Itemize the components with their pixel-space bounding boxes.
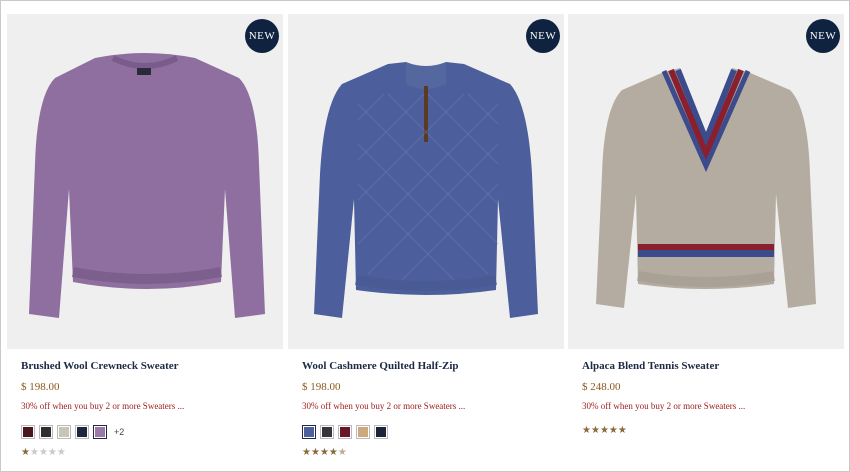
rating-stars: ★★★★★ <box>302 447 347 458</box>
star-icon: ★ <box>328 447 338 458</box>
rating-stars: ★★★★★ <box>21 447 66 458</box>
purple-crewneck-sweater-icon <box>29 53 265 318</box>
star-icon: ★ <box>617 425 627 436</box>
star-icon: ★ <box>319 447 329 458</box>
product-image[interactable]: NEW <box>568 14 844 349</box>
product-price: $ 198.00 <box>302 381 341 393</box>
color-swatch[interactable] <box>320 425 334 439</box>
color-swatch[interactable] <box>39 425 53 439</box>
promo-text[interactable]: 30% off when you buy 2 or more Sweaters … <box>21 401 184 411</box>
color-swatch[interactable] <box>338 425 352 439</box>
new-badge: NEW <box>526 19 560 53</box>
promo-text[interactable]: 30% off when you buy 2 or more Sweaters … <box>302 401 465 411</box>
product-card[interactable]: NEW Wool Cashmere Quilted Half-Zip $ 198… <box>288 14 564 458</box>
product-name[interactable]: Wool Cashmere Quilted Half-Zip <box>302 360 459 372</box>
color-swatch[interactable] <box>21 425 35 439</box>
product-name[interactable]: Alpaca Blend Tennis Sweater <box>582 360 719 372</box>
star-icon: ★ <box>21 447 30 458</box>
color-swatch[interactable] <box>93 425 107 439</box>
star-icon: ★ <box>582 425 591 436</box>
star-icon: ★ <box>38 447 48 458</box>
star-icon: ★ <box>310 447 320 458</box>
star-icon: ★ <box>590 425 600 436</box>
color-swatch[interactable] <box>374 425 388 439</box>
rating-stars: ★★★★★ <box>582 425 627 436</box>
color-swatch[interactable] <box>356 425 370 439</box>
star-icon: ★ <box>337 447 347 458</box>
star-icon: ★ <box>47 447 57 458</box>
star-icon: ★ <box>302 447 311 458</box>
product-card[interactable]: NEW Alpaca Blend Tennis Sweater $ 248.00… <box>568 14 844 436</box>
color-swatch[interactable] <box>57 425 71 439</box>
product-price: $ 198.00 <box>21 381 60 393</box>
color-swatches: +2 <box>21 425 124 439</box>
blue-quilted-half-zip-icon <box>314 62 538 318</box>
color-swatch[interactable] <box>75 425 89 439</box>
star-icon: ★ <box>608 425 618 436</box>
star-icon: ★ <box>29 447 39 458</box>
product-image[interactable]: NEW <box>7 14 283 349</box>
product-image[interactable]: NEW <box>288 14 564 349</box>
product-name[interactable]: Brushed Wool Crewneck Sweater <box>21 360 179 372</box>
color-swatches <box>302 425 388 439</box>
promo-text[interactable]: 30% off when you buy 2 or more Sweaters … <box>582 401 745 411</box>
new-badge: NEW <box>245 19 279 53</box>
oatmeal-tennis-sweater-icon <box>596 68 816 308</box>
product-grid: NEW Brushed Wool Crewneck Sweater $ 198.… <box>0 0 850 472</box>
product-price: $ 248.00 <box>582 381 621 393</box>
product-card[interactable]: NEW Brushed Wool Crewneck Sweater $ 198.… <box>7 14 283 458</box>
star-icon: ★ <box>56 447 66 458</box>
star-icon: ★ <box>599 425 609 436</box>
color-swatch[interactable] <box>302 425 316 439</box>
new-badge: NEW <box>806 19 840 53</box>
more-colors-link[interactable]: +2 <box>114 427 124 437</box>
